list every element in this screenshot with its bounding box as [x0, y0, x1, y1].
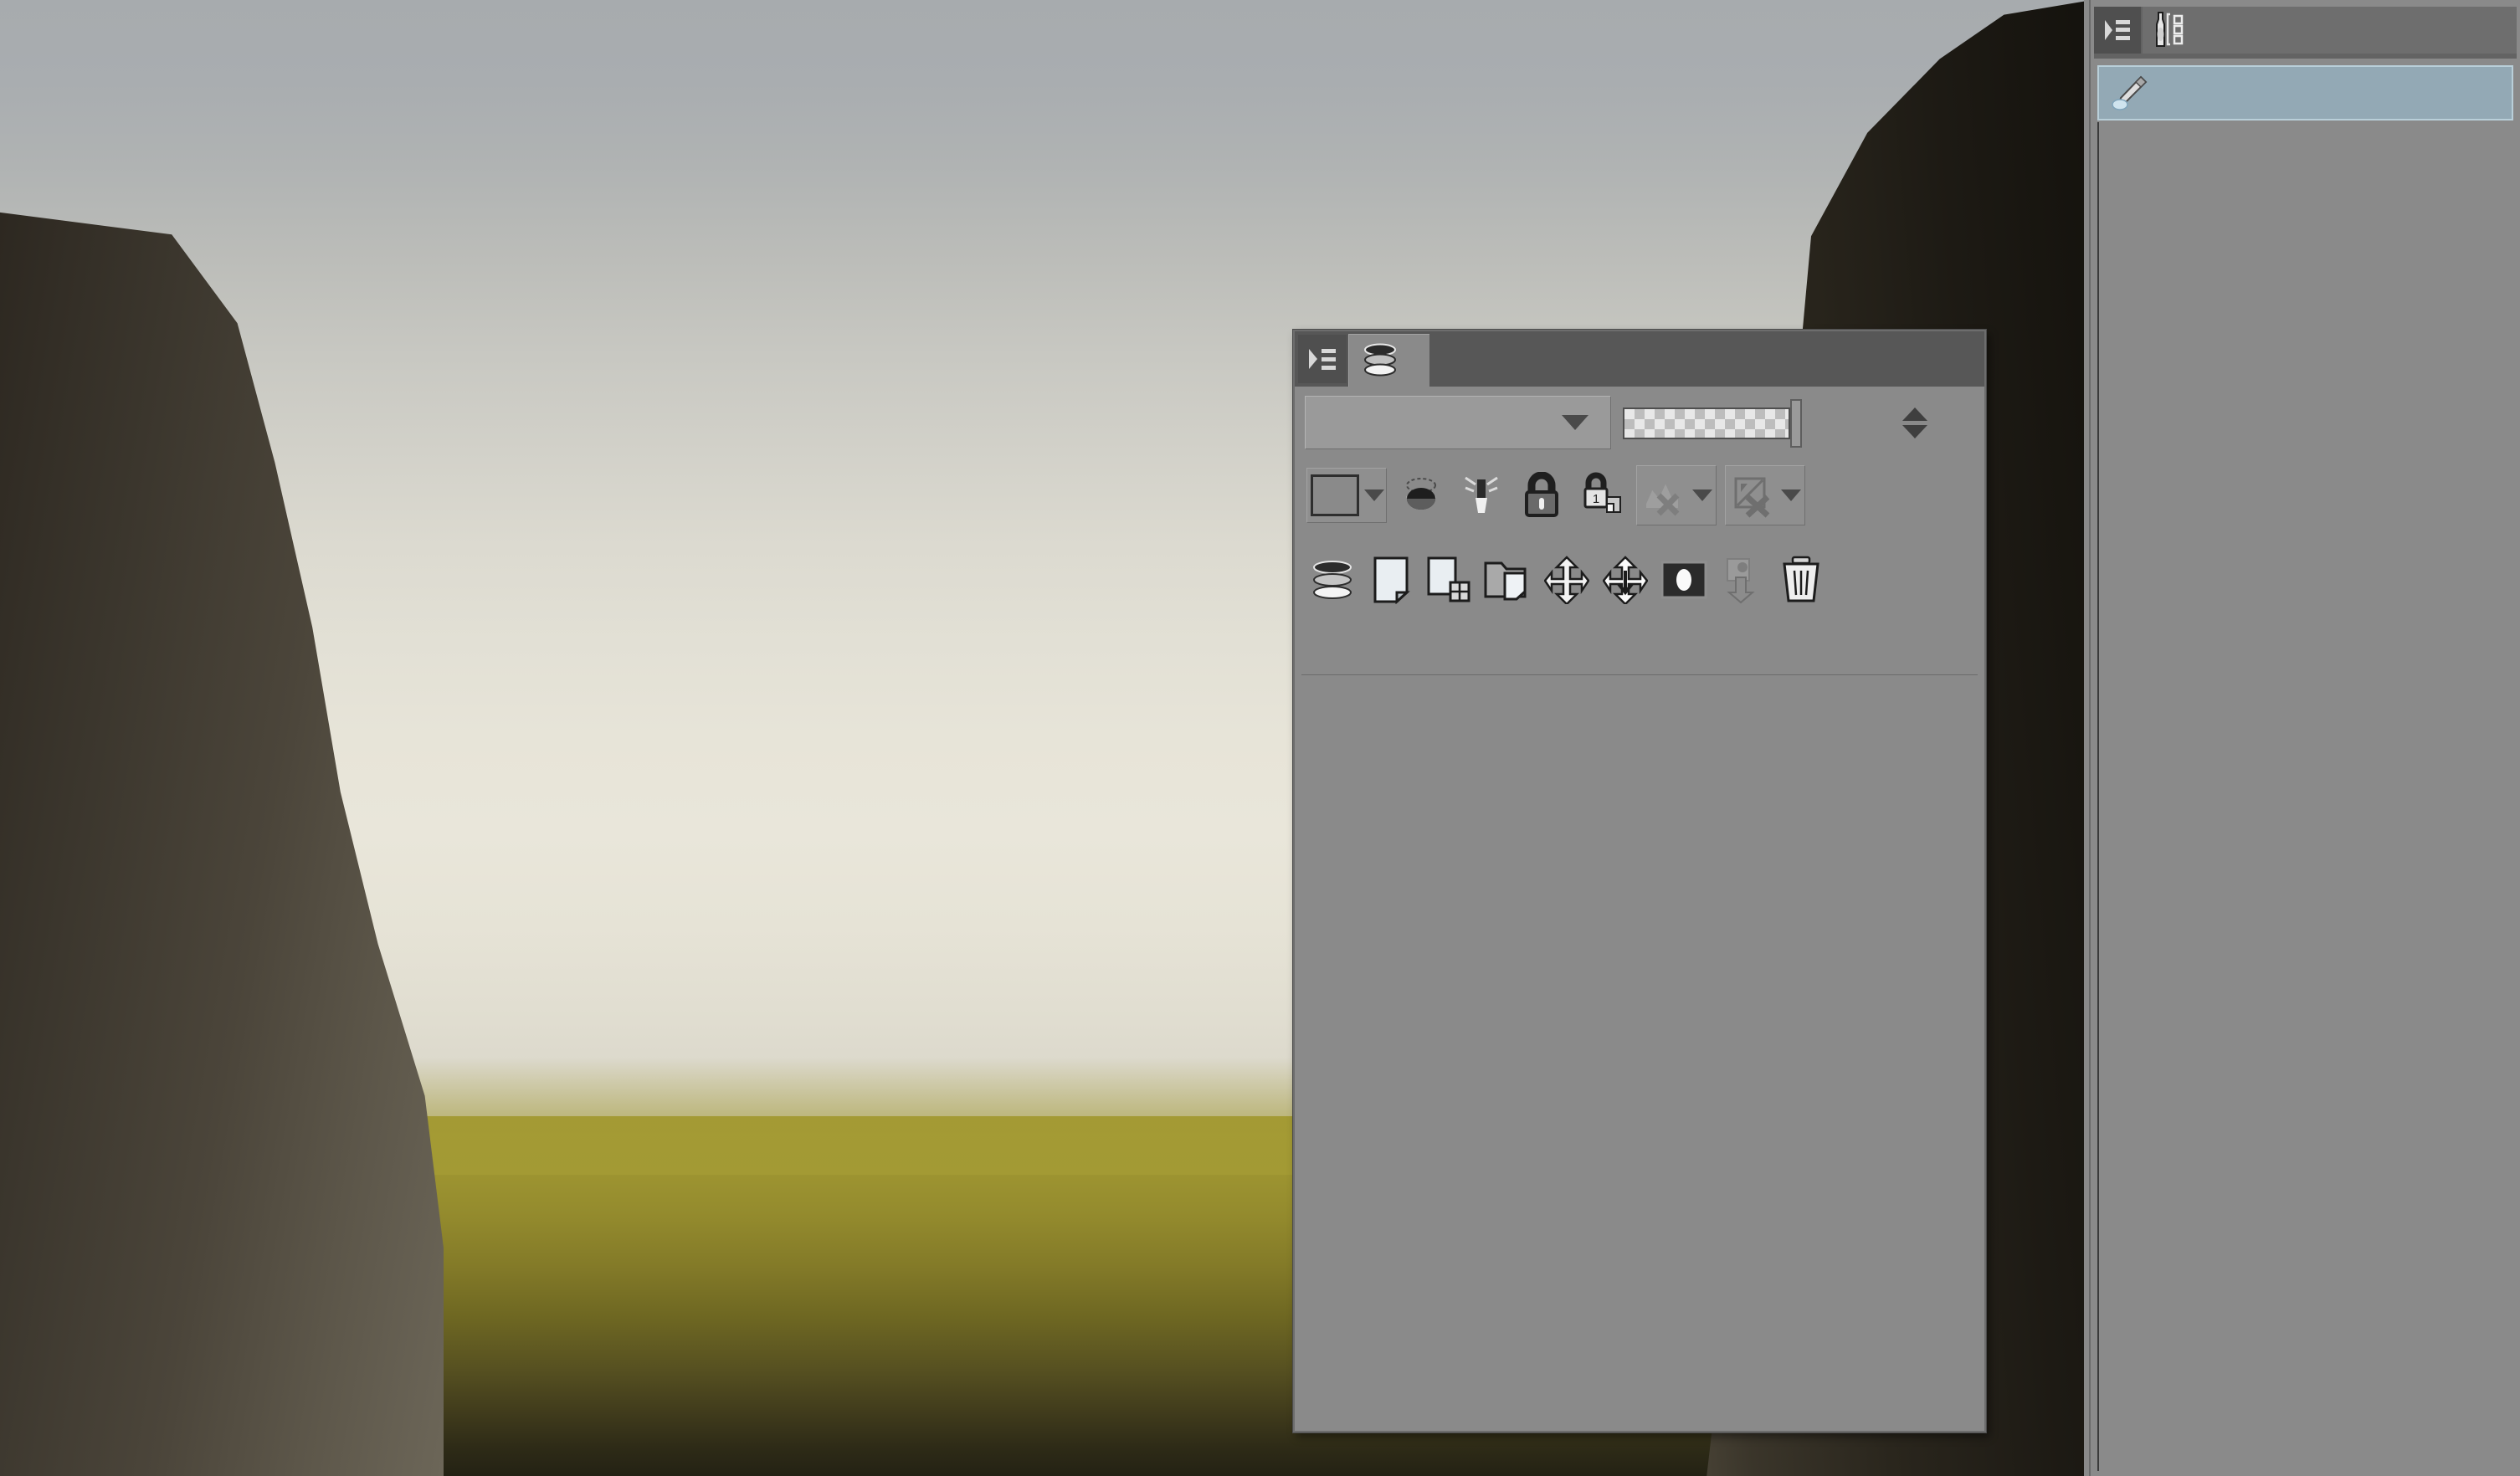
layer-toolbar-row-1: 1: [1295, 454, 1984, 537]
layer-toolbar-row-2: [1295, 537, 1984, 623]
layer-stack-icon: [1361, 341, 1399, 380]
spinner-up-icon[interactable]: [1902, 407, 1927, 421]
color-swatch-icon: [1311, 474, 1359, 516]
set-reference-layer-button[interactable]: [1636, 465, 1717, 525]
draft-layer-icon: [1729, 472, 1776, 519]
combine-to-lower-layer-button[interactable]: [1599, 554, 1651, 606]
layer-color-chip[interactable]: [1306, 468, 1387, 523]
brush-tip-icon: [2109, 73, 2149, 113]
new-layer-folder-button[interactable]: [1482, 554, 1534, 606]
reference-layer-icon: [1640, 472, 1687, 519]
sub-tool-palette[interactable]: [2089, 0, 2520, 1476]
svg-text:1: 1: [1593, 492, 1599, 506]
opacity-slider[interactable]: [1623, 399, 1807, 448]
app-root: 1: [0, 0, 2520, 1476]
blend-mode-select[interactable]: [1305, 396, 1611, 449]
panel-menu-icon[interactable]: [1298, 335, 1347, 383]
new-raster-layer-button[interactable]: [1306, 554, 1358, 606]
lock-layer-button[interactable]: [1516, 469, 1568, 521]
chevron-down-icon: [1692, 489, 1712, 501]
apply-mask-to-layer-button[interactable]: [1717, 554, 1768, 606]
panel-menu-icon[interactable]: [2094, 7, 2141, 54]
delete-layer-button[interactable]: [1775, 554, 1827, 606]
tab-layer[interactable]: [1348, 334, 1429, 387]
current-sub-tool[interactable]: [2097, 65, 2513, 120]
new-layer-button[interactable]: [1365, 554, 1417, 606]
blend-mode-row: [1295, 387, 1984, 454]
opacity-slider-track: [1623, 407, 1790, 439]
layer-palette[interactable]: 1: [1293, 330, 1986, 1432]
create-layer-mask-button[interactable]: [1658, 554, 1710, 606]
chevron-down-icon: [1781, 489, 1801, 501]
chevron-down-icon: [1364, 489, 1384, 501]
chevron-down-icon: [1562, 415, 1588, 430]
sub-tool-tab-bar: [2094, 7, 2517, 59]
spinner-down-icon[interactable]: [1902, 424, 1927, 438]
sub-tool-icon: [2151, 9, 2193, 51]
opacity-stepper[interactable]: [1902, 407, 1927, 438]
palette-color-button[interactable]: [1395, 469, 1447, 521]
sub-tool-list[interactable]: [2097, 122, 2517, 1471]
lock-transparent-pixels-button[interactable]: 1: [1576, 469, 1628, 521]
layer-palette-tab-bar: [1295, 331, 1984, 387]
new-layer-mask-button[interactable]: [1424, 554, 1476, 606]
transfer-to-lower-layer-button[interactable]: [1541, 554, 1593, 606]
set-draft-layer-button[interactable]: [1725, 465, 1805, 525]
opacity-slider-handle[interactable]: [1790, 399, 1802, 448]
layer-list[interactable]: [1301, 674, 1978, 1424]
tab-sub-tool[interactable]: [2143, 7, 2517, 54]
clip-to-layer-below-button[interactable]: [1455, 469, 1507, 521]
